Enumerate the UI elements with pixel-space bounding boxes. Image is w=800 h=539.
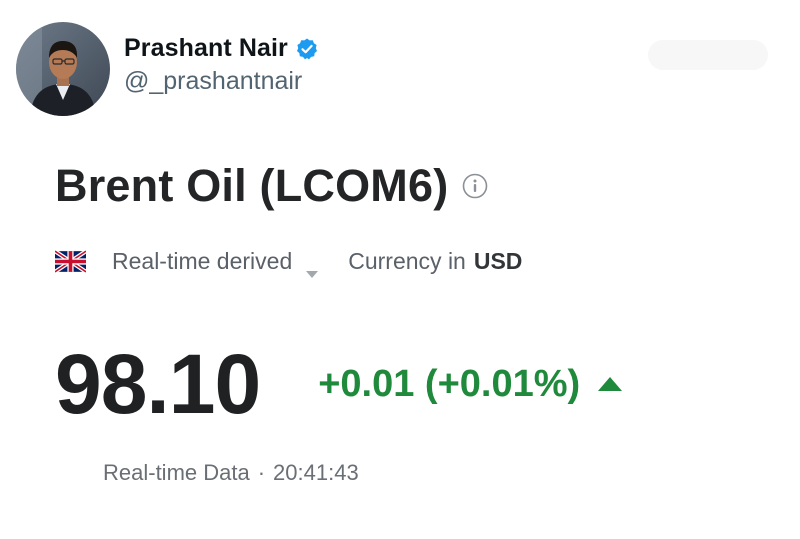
uk-flag-icon: [53, 249, 88, 274]
info-icon[interactable]: [462, 173, 488, 199]
instrument-name: Brent Oil (LCOM6): [55, 160, 449, 211]
quote-meta-row: Real-time derived Currency in USD: [53, 248, 523, 278]
timestamp-row: Real-time Data · 20:41:43: [103, 460, 359, 486]
up-arrow-icon: [598, 376, 623, 392]
data-type-label: Real-time Data: [103, 460, 250, 485]
quote-time: 20:41:43: [273, 460, 359, 485]
author-row: Prashant Nair: [124, 34, 319, 63]
author-name[interactable]: Prashant Nair: [124, 34, 288, 63]
avatar-photo: [16, 22, 110, 116]
instrument-title-row: Brent Oil (LCOM6): [55, 160, 488, 212]
price-change: +0.01 (+0.01%): [318, 363, 581, 405]
last-price: 98.10: [55, 337, 261, 431]
separator: ·: [257, 460, 266, 485]
data-source-selector[interactable]: Real-time derived: [112, 248, 292, 275]
faded-follow-button[interactable]: [648, 40, 768, 70]
avatar[interactable]: [16, 22, 110, 116]
author-handle[interactable]: @_prashantnair: [124, 67, 319, 96]
currency-label: Currency in: [348, 248, 466, 274]
chevron-down-icon[interactable]: [306, 258, 319, 278]
tweet-header: Prashant Nair @_prashantnair: [16, 22, 319, 116]
currency-value: USD: [473, 248, 523, 274]
verified-badge-icon: [295, 37, 319, 61]
price-row: 98.10 +0.01 (+0.01%): [55, 337, 623, 431]
author-info: Prashant Nair @_prashantnair: [124, 34, 319, 96]
